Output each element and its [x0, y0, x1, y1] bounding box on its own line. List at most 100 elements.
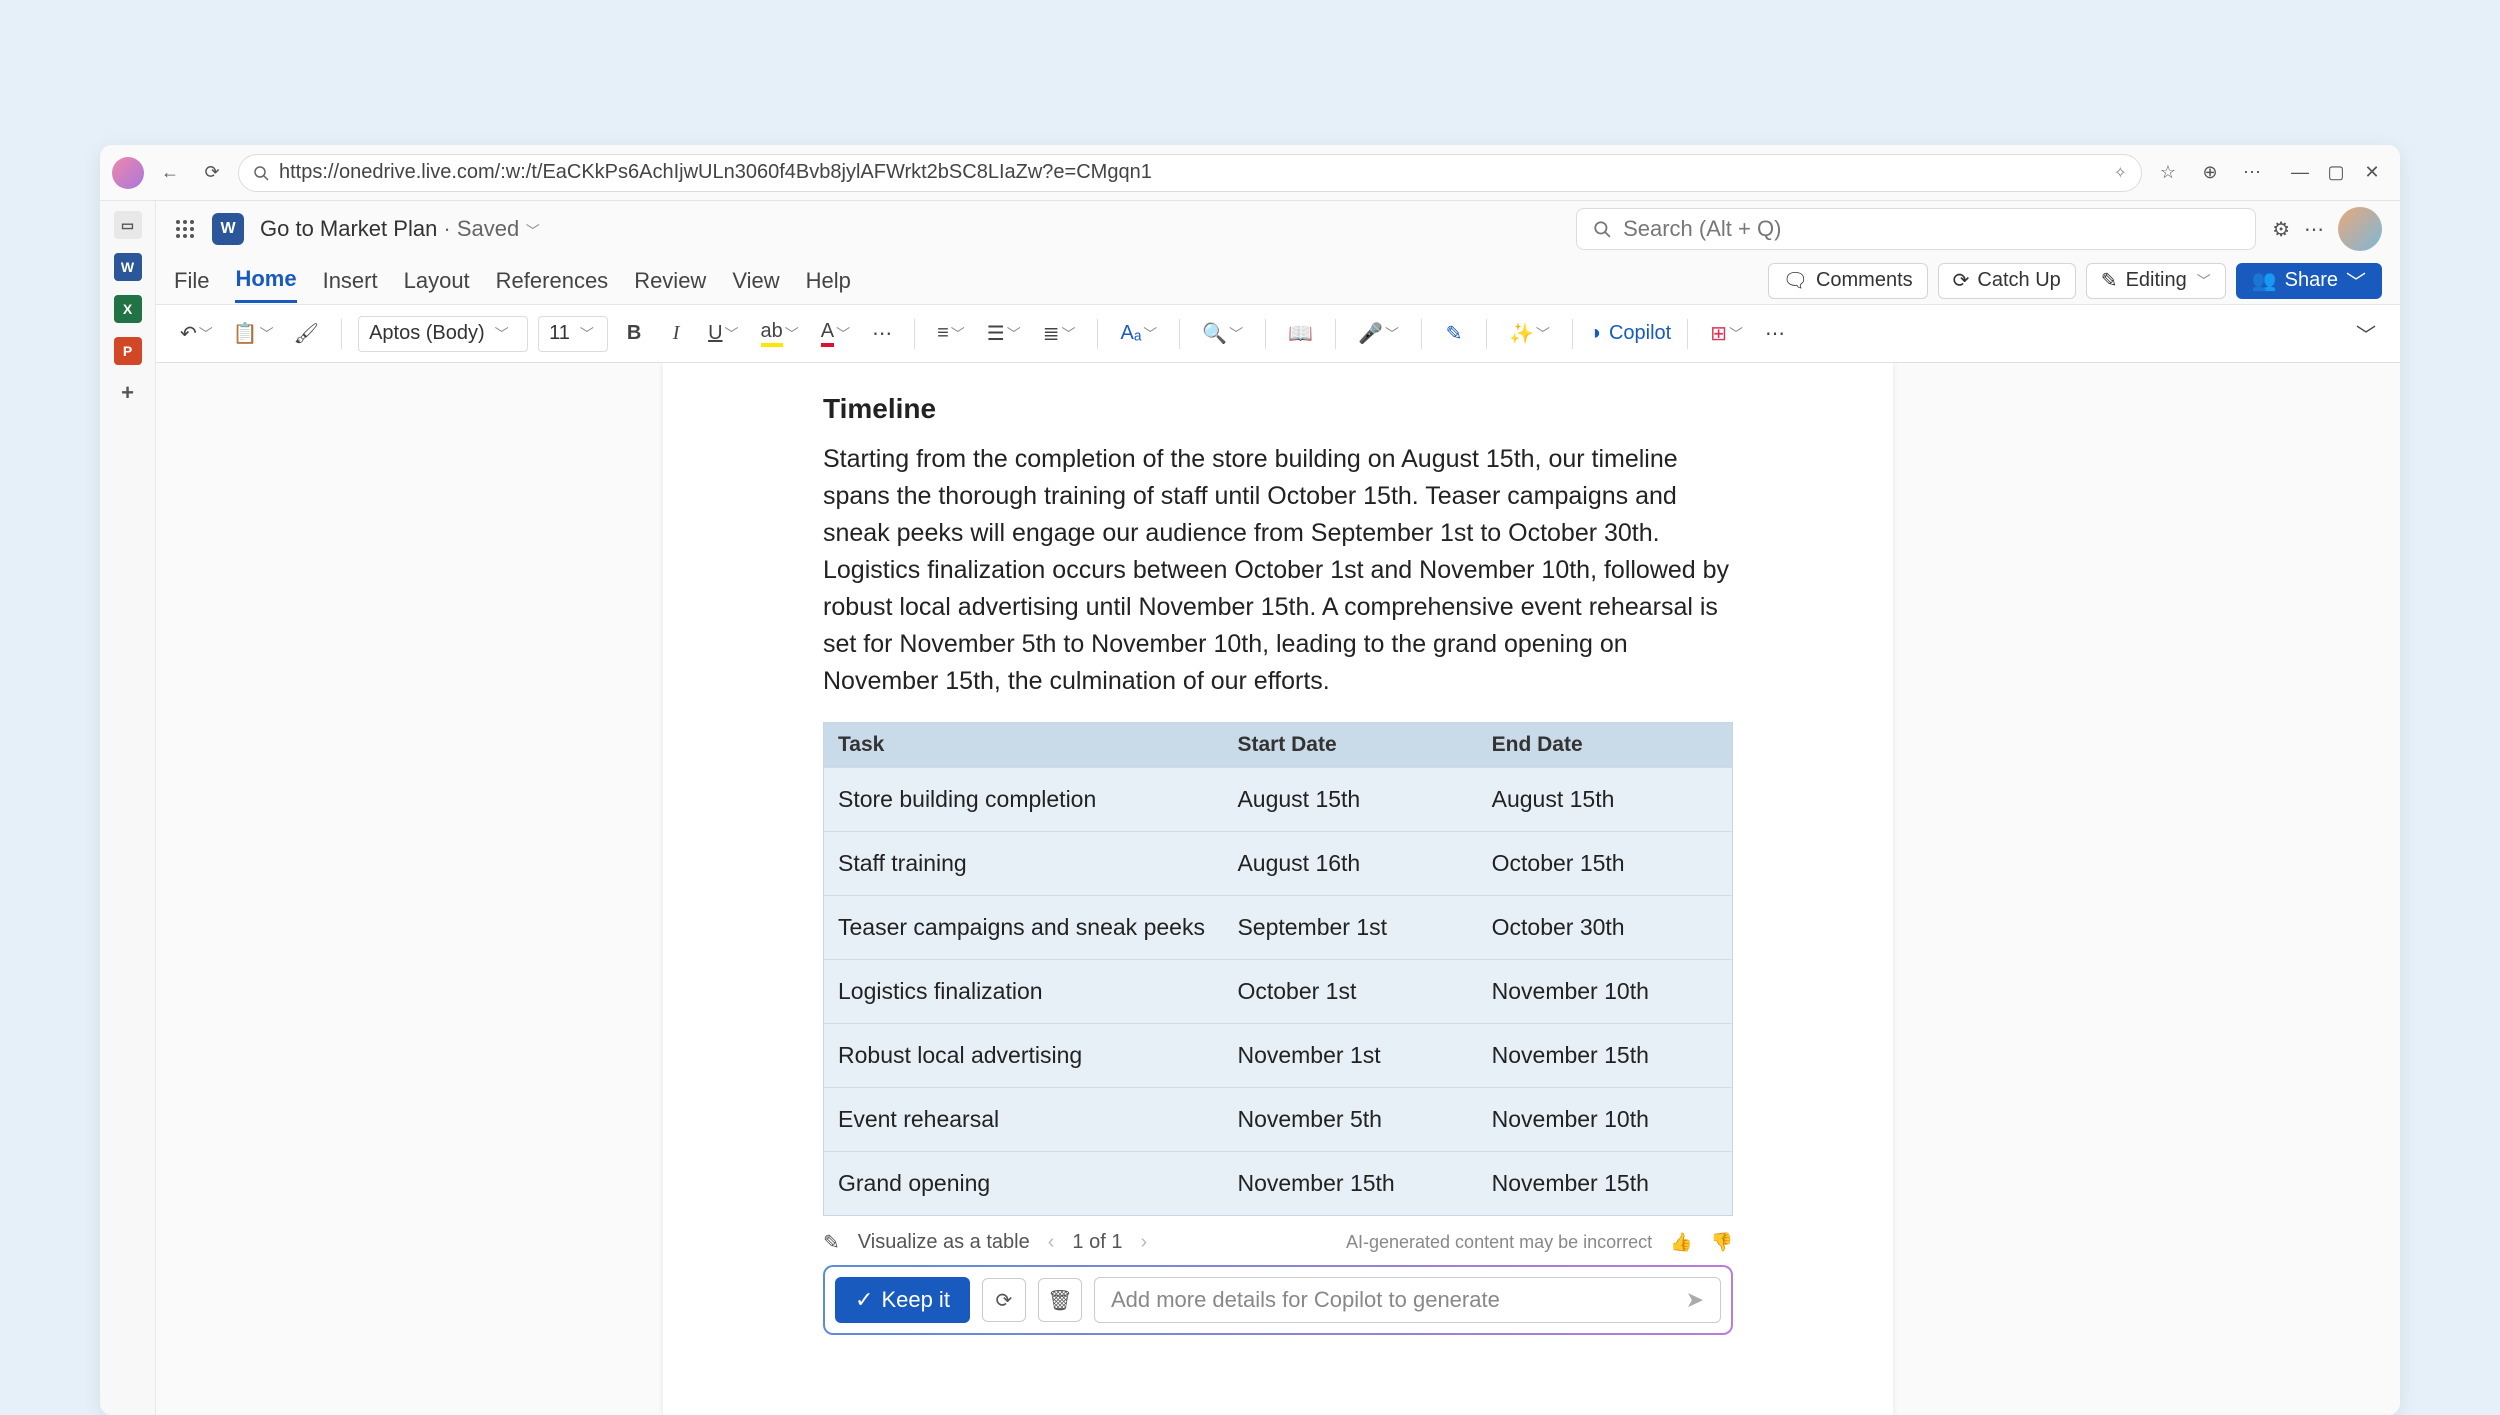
keep-it-button[interactable]: ✓Keep it	[835, 1277, 970, 1323]
powerpoint-app-icon[interactable]: P	[114, 337, 142, 365]
tab-references[interactable]: References	[496, 260, 609, 302]
word-app-icon[interactable]: W	[114, 253, 142, 281]
title-right: ⚙ ⋯	[2272, 207, 2382, 251]
more-font-icon[interactable]: ⋯	[866, 316, 898, 352]
table-row: Event rehearsalNovember 5thNovember 10th	[824, 1088, 1733, 1152]
editor-button[interactable]: ✎	[1438, 316, 1470, 352]
document-page[interactable]: Timeline Starting from the completion of…	[663, 363, 1893, 1415]
collections-icon[interactable]: ⊕	[2194, 157, 2226, 189]
bold-button[interactable]: B	[618, 316, 650, 352]
font-color-button[interactable]: A﹀	[815, 316, 856, 352]
align-button[interactable]: ≣﹀	[1037, 316, 1082, 352]
ai-toolbar: ✎ Visualize as a table ‹ 1 of 1 › AI-gen…	[823, 1230, 1733, 1255]
app-body: ▭ W X P + W Go to Market Plan · Saved ﹀	[100, 201, 2400, 1415]
tab-home[interactable]: Home	[235, 258, 296, 303]
table-cell: November 5th	[1223, 1088, 1477, 1152]
excel-app-icon[interactable]: X	[114, 295, 142, 323]
tab-review[interactable]: Review	[634, 260, 706, 302]
visualize-link[interactable]: Visualize as a table	[858, 1231, 1030, 1254]
tab-file[interactable]: File	[174, 260, 209, 302]
document-canvas: Timeline Starting from the completion of…	[156, 363, 2400, 1415]
user-avatar[interactable]	[2338, 207, 2382, 251]
table-row: Store building completionAugust 15thAugu…	[824, 768, 1733, 832]
add-app-icon[interactable]: +	[114, 379, 142, 407]
format-painter-button[interactable]: 🖌	[288, 316, 325, 352]
browser-profile-icon[interactable]	[112, 157, 144, 189]
pencil-icon: ✎	[823, 1230, 840, 1255]
comments-button[interactable]: 🗨Comments	[1768, 263, 1928, 299]
numbering-button[interactable]: ☰﹀	[981, 316, 1027, 352]
tab-view[interactable]: View	[732, 260, 779, 302]
app-launcher-icon[interactable]	[174, 218, 196, 240]
table-cell: Robust local advertising	[824, 1024, 1224, 1088]
underline-button[interactable]: U﹀	[702, 316, 744, 352]
refresh-button[interactable]: ⟳	[196, 157, 228, 189]
document-title[interactable]: Go to Market Plan · Saved ﹀	[260, 216, 540, 242]
discard-button[interactable]: 🗑	[1038, 1278, 1082, 1322]
copilot-button[interactable]: ◑Copilot	[1589, 322, 1671, 345]
italic-button[interactable]: I	[660, 316, 692, 352]
font-size-select[interactable]: 11﹀	[538, 316, 608, 352]
table-cell: Logistics finalization	[824, 960, 1224, 1024]
search-icon	[1593, 220, 1611, 238]
copilot-panel: ✓Keep it ⟳ 🗑 Add more details for Copilo…	[823, 1265, 1733, 1335]
close-button[interactable]: ✕	[2356, 157, 2388, 189]
regenerate-button[interactable]: ⟳	[982, 1278, 1026, 1322]
search-input[interactable]: Search (Alt + Q)	[1576, 208, 2256, 250]
next-icon[interactable]: ›	[1140, 1231, 1147, 1254]
styles-button[interactable]: Aₐ﹀	[1114, 316, 1163, 352]
addins-button[interactable]: ⊞﹀	[1704, 316, 1749, 352]
share-button[interactable]: 👥Share﹀	[2236, 263, 2382, 299]
paste-button[interactable]: 📋﹀	[227, 316, 280, 352]
url-bar[interactable]: https://onedrive.live.com/:w:/t/EaCKkPs6…	[238, 154, 2142, 192]
maximize-button[interactable]: ▢	[2320, 157, 2352, 189]
ai-disclaimer: AI-generated content may be incorrect	[1346, 1232, 1652, 1253]
more-icon[interactable]: ⋯	[2236, 157, 2268, 189]
heading: Timeline	[823, 393, 1733, 425]
thumbs-down-icon[interactable]: 👎	[1711, 1232, 1733, 1253]
browser-window: ← ⟳ https://onedrive.live.com/:w:/t/EaCK…	[100, 145, 2400, 1415]
tab-help[interactable]: Help	[806, 260, 851, 302]
tab-icon[interactable]: ▭	[114, 211, 142, 239]
table-cell: November 10th	[1478, 1088, 1733, 1152]
undo-button[interactable]: ↶﹀	[174, 316, 219, 352]
table-row: Robust local advertisingNovember 1stNove…	[824, 1024, 1733, 1088]
favorites-icon[interactable]: ☆	[2152, 157, 2184, 189]
table-cell: November 15th	[1223, 1152, 1477, 1216]
share-icon: 👥	[2252, 268, 2277, 293]
table-cell: August 15th	[1223, 768, 1477, 832]
immersive-button[interactable]: 📖	[1282, 316, 1319, 352]
highlight-button[interactable]: ab﹀	[755, 316, 805, 352]
more-icon[interactable]: ⋯	[2304, 217, 2324, 242]
pencil-icon: ✎	[2101, 268, 2118, 293]
find-button[interactable]: 🔍﹀	[1196, 316, 1249, 352]
table-cell: Staff training	[824, 832, 1224, 896]
back-button[interactable]: ←	[154, 157, 186, 189]
sparkle-icon: ⟳	[1953, 268, 1970, 293]
timeline-table: Task Start Date End Date Store building …	[823, 722, 1733, 1216]
prev-icon[interactable]: ‹	[1048, 1231, 1055, 1254]
dictate-button[interactable]: 🎤﹀	[1352, 316, 1405, 352]
copilot-prompt-input[interactable]: Add more details for Copilot to generate…	[1094, 1277, 1721, 1323]
chevron-down-icon: ﹀	[526, 223, 540, 239]
app-sidebar: ▭ W X P +	[100, 201, 156, 1415]
send-icon[interactable]: ➤	[1686, 1287, 1704, 1313]
editing-mode-button[interactable]: ✎Editing﹀	[2086, 263, 2226, 299]
settings-icon[interactable]: ⚙	[2272, 217, 2290, 242]
table-cell: October 30th	[1478, 896, 1733, 960]
catch-up-button[interactable]: ⟳Catch Up	[1938, 263, 2076, 299]
tab-insert[interactable]: Insert	[323, 260, 378, 302]
tab-layout[interactable]: Layout	[404, 260, 470, 302]
bullets-button[interactable]: ≡﹀	[931, 316, 971, 352]
app-main: W Go to Market Plan · Saved ﹀ Search (Al…	[156, 201, 2400, 1415]
ribbon-expand-icon[interactable]: ﹀	[2350, 316, 2382, 352]
more-ribbon-icon[interactable]: ⋯	[1759, 316, 1791, 352]
thumbs-up-icon[interactable]: 👍	[1670, 1232, 1692, 1253]
font-select[interactable]: Aptos (Body)﹀	[358, 316, 528, 352]
table-cell: November 10th	[1478, 960, 1733, 1024]
reading-mode-icon[interactable]: ✧	[2114, 163, 2127, 183]
designer-button[interactable]: ✨﹀	[1503, 316, 1556, 352]
minimize-button[interactable]: —	[2284, 157, 2316, 189]
col-start: Start Date	[1223, 723, 1477, 768]
col-task: Task	[824, 723, 1224, 768]
